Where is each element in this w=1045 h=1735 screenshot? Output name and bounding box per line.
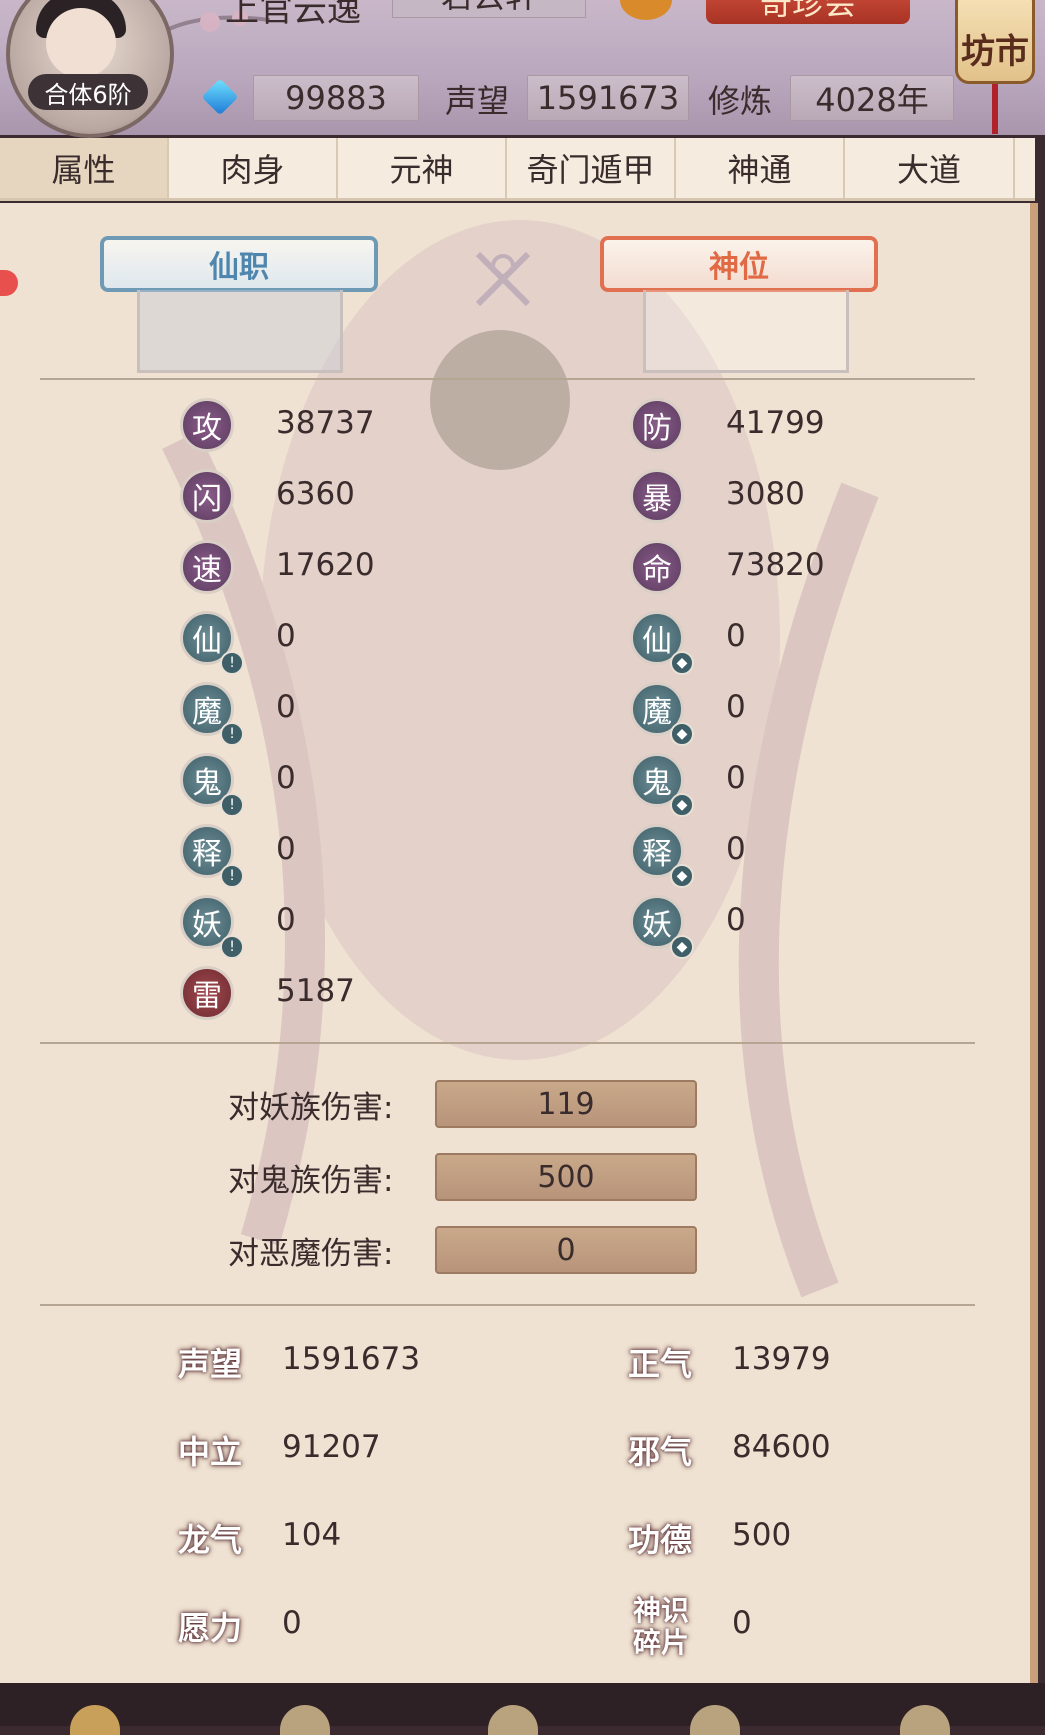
evil-qi-value: 84600 xyxy=(732,1429,831,1465)
stat-value: 0 xyxy=(726,831,746,867)
fame-label: 声望 xyxy=(445,82,510,120)
stat-value: 0 xyxy=(276,760,296,796)
settings-gear-icon[interactable] xyxy=(620,0,672,20)
fame-rep-icon: 声望 xyxy=(178,1345,243,1383)
immortal-post-plaque[interactable]: 仙职 xyxy=(100,236,378,292)
immortal-post-slot[interactable] xyxy=(137,290,343,373)
stat-value: 0 xyxy=(276,902,296,938)
fame-rep-value: 1591673 xyxy=(282,1341,421,1377)
market-lantern-button[interactable]: 坊市 xyxy=(955,0,1035,84)
stat-icon: 闪 xyxy=(180,469,234,523)
cultivation-value: 4028年 xyxy=(790,75,954,121)
stat-value: 0 xyxy=(726,689,746,725)
stat-icon: 攻 xyxy=(180,398,234,452)
stat-icon: 命 xyxy=(630,540,684,594)
shield-badge-icon: ◆ xyxy=(670,864,694,888)
avatar-face xyxy=(46,8,116,78)
lantern-tassel xyxy=(992,84,998,134)
merit-value: 500 xyxy=(732,1517,792,1553)
dragon-qi-value: 104 xyxy=(282,1517,342,1553)
righteous-qi-icon: 正气 xyxy=(628,1345,693,1383)
stat-value: 0 xyxy=(726,618,746,654)
neutral-rep-icon: 中立 xyxy=(178,1433,243,1471)
stat-value: 0 xyxy=(726,760,746,796)
gem-icon xyxy=(201,78,239,116)
neutral-rep-value: 91207 xyxy=(282,1429,381,1465)
damage-vs-ghosts-label: 对鬼族伤害: xyxy=(228,1163,394,1199)
damage-vs-devils-bar: 0 xyxy=(435,1226,697,1274)
divider xyxy=(40,1042,975,1044)
divine-rank-plaque[interactable]: 神位 xyxy=(600,236,878,292)
wish-power-icon: 愿力 xyxy=(178,1609,243,1647)
stat-icon: 暴 xyxy=(630,469,684,523)
cultivation-level-badge: 合体6阶 xyxy=(28,74,148,110)
shield-badge-icon: ◆ xyxy=(670,935,694,959)
attack-badge-icon: ! xyxy=(220,651,244,675)
top-header: 上官云逸 若云轩 奇珍会 坊市 合体6阶 99883 声望 1591673 修炼… xyxy=(0,0,1045,138)
stat-value: 6360 xyxy=(276,476,355,512)
attack-badge-icon: ! xyxy=(220,864,244,888)
gem-count: 99883 xyxy=(253,75,419,121)
evil-qi-icon: 邪气 xyxy=(628,1433,693,1471)
stat-value: 0 xyxy=(726,902,746,938)
wish-power-value: 0 xyxy=(282,1605,302,1641)
divine-rank-slot[interactable] xyxy=(643,290,849,373)
damage-vs-devils-label: 对恶魔伤害: xyxy=(228,1236,394,1272)
divine-sense-shard-icon: 神识碎片 xyxy=(632,1594,689,1659)
stat-value: 17620 xyxy=(276,547,375,583)
stat-icon: 雷 xyxy=(180,966,234,1020)
stat-value: 3080 xyxy=(726,476,805,512)
attack-badge-icon: ! xyxy=(220,793,244,817)
stat-icon: 速 xyxy=(180,540,234,594)
stat-value: 5187 xyxy=(276,973,355,1009)
crossed-swords-icon xyxy=(475,251,531,307)
damage-vs-demons-bar: 119 xyxy=(435,1080,697,1128)
dragon-qi-icon: 龙气 xyxy=(178,1521,243,1559)
stat-value: 73820 xyxy=(726,547,825,583)
stat-value: 0 xyxy=(276,689,296,725)
attack-badge-icon: ! xyxy=(220,722,244,746)
player-name: 上官云逸 xyxy=(225,0,361,30)
shield-badge-icon: ◆ xyxy=(670,722,694,746)
attack-badge-icon: ! xyxy=(220,935,244,959)
stat-value: 0 xyxy=(276,618,296,654)
merit-icon: 功德 xyxy=(628,1521,693,1559)
cultivation-label: 修炼 xyxy=(708,82,773,120)
damage-vs-demons-label: 对妖族伤害: xyxy=(228,1090,394,1126)
damage-vs-ghosts-bar: 500 xyxy=(435,1153,697,1201)
sect-name-box[interactable]: 若云轩 xyxy=(392,0,586,18)
fame-value: 1591673 xyxy=(527,75,689,121)
stat-icon: 防 xyxy=(630,398,684,452)
treasure-fair-button[interactable]: 奇珍会 xyxy=(706,0,910,24)
divine-sense-shard-value: 0 xyxy=(732,1605,752,1641)
shield-badge-icon: ◆ xyxy=(670,793,694,817)
stat-value: 0 xyxy=(276,831,296,867)
divider xyxy=(40,1304,975,1306)
shield-badge-icon: ◆ xyxy=(670,651,694,675)
divider xyxy=(40,378,975,380)
stat-value: 41799 xyxy=(726,405,825,441)
stat-value: 38737 xyxy=(276,405,375,441)
righteous-qi-value: 13979 xyxy=(732,1341,831,1377)
